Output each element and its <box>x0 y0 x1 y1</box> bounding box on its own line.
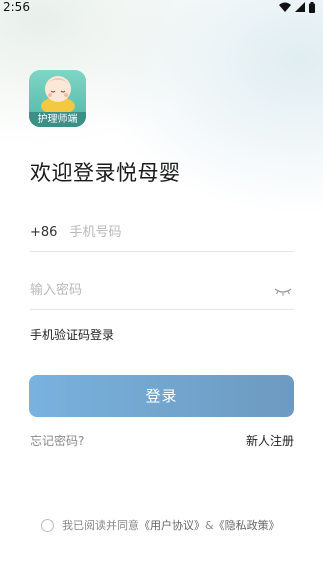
login-button[interactable]: 登录 <box>29 375 294 417</box>
password-field <box>30 272 294 310</box>
logo-label: 护理师端 <box>29 112 86 127</box>
cell-signal-icon <box>295 2 305 12</box>
eye-closed-icon[interactable] <box>274 285 292 297</box>
status-icons <box>279 1 315 13</box>
baby-icon <box>41 76 75 114</box>
status-bar: 2:56 <box>0 0 323 14</box>
phone-input[interactable] <box>69 214 294 251</box>
sms-login-link[interactable]: 手机验证码登录 <box>30 326 114 343</box>
status-time: 2:56 <box>3 0 30 14</box>
agreement-row: 我已阅读并同意 《用户协议》 & 《隐私政策》 <box>41 517 280 533</box>
phone-field: +86 <box>30 214 294 252</box>
app-logo: 护理师端 <box>29 70 86 127</box>
agreement-prefix: 我已阅读并同意 <box>62 519 139 532</box>
wifi-icon <box>279 2 291 12</box>
agreement-checkbox[interactable] <box>41 518 54 532</box>
privacy-policy-link[interactable]: 《隐私政策》 <box>214 517 280 533</box>
battery-icon <box>309 1 315 13</box>
page-title: 欢迎登录悦母婴 <box>30 161 181 185</box>
register-link[interactable]: 新人注册 <box>246 432 294 449</box>
password-input[interactable] <box>30 272 274 309</box>
agreement-conjunction: & <box>205 518 214 532</box>
user-agreement-link[interactable]: 《用户协议》 <box>139 517 205 533</box>
country-code[interactable]: +86 <box>30 225 57 240</box>
forgot-password-link[interactable]: 忘记密码? <box>30 432 84 449</box>
